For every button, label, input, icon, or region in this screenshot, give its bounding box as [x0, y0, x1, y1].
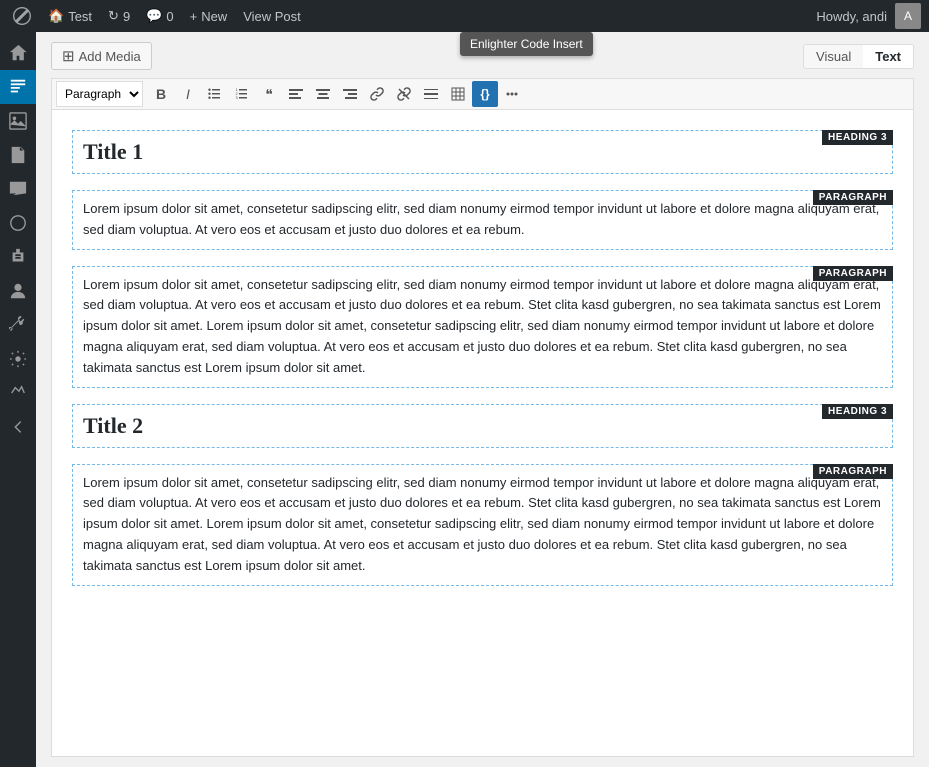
plus-icon: + [190, 9, 198, 24]
heading-1[interactable]: Title 1 [83, 139, 882, 165]
sidebar-collapse[interactable] [0, 410, 36, 444]
adminbar-right: Howdy, andi A [816, 3, 921, 29]
ordered-list-button[interactable]: 123 [229, 81, 255, 107]
sidebar-item-posts[interactable] [0, 70, 36, 104]
format-select[interactable]: Paragraph [56, 81, 143, 107]
link-button[interactable] [364, 81, 390, 107]
admin-sidebar [0, 32, 36, 767]
sidebar-item-plugins[interactable] [0, 240, 36, 274]
editor-wrap: ⊞ Add Media Visual Text Paragraph B I [36, 32, 929, 767]
block-label-3: PARAGRAPH [813, 266, 893, 281]
adminbar-new[interactable]: + New [182, 0, 236, 32]
paragraph-3[interactable]: Lorem ipsum dolor sit amet, consetetur s… [83, 275, 882, 379]
main-content: ⊞ Add Media Visual Text Paragraph B I [36, 32, 929, 767]
align-right-button[interactable] [337, 81, 363, 107]
sidebar-item-settings[interactable] [0, 342, 36, 376]
code-insert-tooltip: Enlighter Code Insert [460, 32, 593, 56]
hr-button[interactable] [418, 81, 444, 107]
bold-button[interactable]: B [148, 81, 174, 107]
code-insert-button[interactable]: {} [472, 81, 498, 107]
wp-logo[interactable] [8, 0, 36, 32]
sidebar-item-pages[interactable] [0, 138, 36, 172]
avatar[interactable]: A [895, 3, 921, 29]
content-block-2[interactable]: PARAGRAPH Lorem ipsum dolor sit amet, co… [72, 190, 893, 250]
adminbar-site-name[interactable]: 🏠 Test [40, 0, 100, 32]
sidebar-item-tools[interactable] [0, 308, 36, 342]
more-button[interactable] [499, 81, 525, 107]
blockquote-button[interactable]: ❝ [256, 81, 282, 107]
add-media-button[interactable]: ⊞ Add Media [51, 42, 152, 70]
sidebar-item-appearance[interactable] [0, 206, 36, 240]
admin-bar: 🏠 Test ↻ 9 💬 0 + New View Post Howdy, an… [0, 0, 929, 32]
add-media-icon: ⊞ [62, 47, 75, 65]
content-block-4[interactable]: HEADING 3 Title 2 [72, 404, 893, 448]
tab-visual[interactable]: Visual [804, 45, 863, 68]
italic-button[interactable]: I [175, 81, 201, 107]
content-block-5[interactable]: PARAGRAPH Lorem ipsum dolor sit amet, co… [72, 464, 893, 586]
sidebar-item-users[interactable] [0, 274, 36, 308]
sidebar-item-dashboard[interactable] [0, 36, 36, 70]
align-center-button[interactable] [310, 81, 336, 107]
adminbar-updates[interactable]: ↻ 9 [100, 0, 138, 32]
align-left-button[interactable] [283, 81, 309, 107]
paragraph-5[interactable]: Lorem ipsum dolor sit amet, consetetur s… [83, 473, 882, 577]
editor-toolbar: Paragraph B I 123 ❝ [51, 78, 914, 109]
sidebar-item-comments[interactable] [0, 172, 36, 206]
svg-text:3: 3 [236, 95, 239, 100]
content-block-3[interactable]: PARAGRAPH Lorem ipsum dolor sit amet, co… [72, 266, 893, 388]
comments-icon: 💬 [146, 8, 162, 24]
sidebar-item-media[interactable] [0, 104, 36, 138]
howdy-text: Howdy, andi [816, 9, 887, 24]
adminbar-view-post[interactable]: View Post [235, 0, 309, 32]
updates-icon: ↻ [108, 8, 119, 24]
paragraph-2[interactable]: Lorem ipsum dolor sit amet, consetetur s… [83, 199, 882, 241]
block-label-5: PARAGRAPH [813, 464, 893, 479]
block-label-4: HEADING 3 [822, 404, 893, 419]
tab-text[interactable]: Text [863, 45, 913, 68]
block-label-1: HEADING 3 [822, 130, 893, 145]
block-label-2: PARAGRAPH [813, 190, 893, 205]
editor-body[interactable]: HEADING 3 Title 1 PARAGRAPH Lorem ipsum … [51, 109, 914, 757]
home-icon: 🏠 [48, 8, 64, 24]
table-button[interactable] [445, 81, 471, 107]
heading-2[interactable]: Title 2 [83, 413, 882, 439]
sidebar-item-enlighter[interactable] [0, 376, 36, 410]
adminbar-comments[interactable]: 💬 0 [138, 0, 181, 32]
editor-tabs: Visual Text [803, 44, 914, 69]
unordered-list-button[interactable] [202, 81, 228, 107]
content-block-1[interactable]: HEADING 3 Title 1 [72, 130, 893, 174]
unlink-button[interactable] [391, 81, 417, 107]
